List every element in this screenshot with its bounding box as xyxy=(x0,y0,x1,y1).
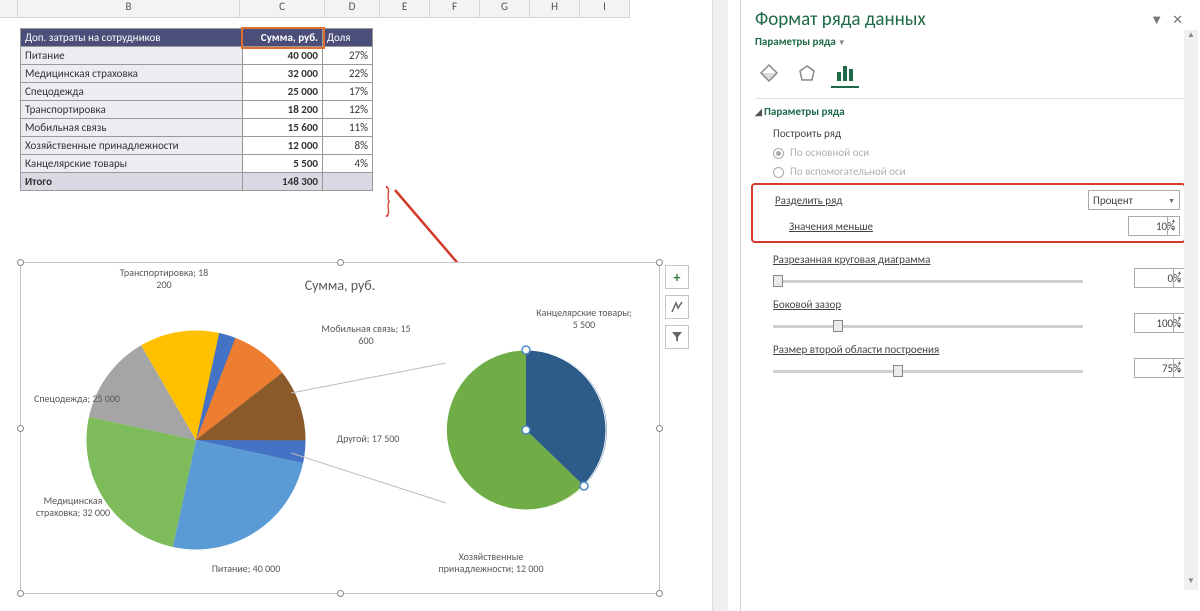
second-plot-size-value[interactable]: 75%▲▼ xyxy=(1134,358,1186,378)
fill-line-icon[interactable] xyxy=(755,60,783,88)
panel-close-button[interactable]: ▼ ✕ xyxy=(1150,12,1186,28)
pie-explosion-value[interactable]: 0%▲▼ xyxy=(1134,268,1186,288)
table-row: Медицинская страховка32 00022% xyxy=(21,65,373,83)
chart-elements-button[interactable]: + xyxy=(665,265,689,289)
table-row: Питание40 00027% xyxy=(21,47,373,65)
second-plot-size-label: Размер второй области построения xyxy=(773,343,1186,356)
label-house: Хозяйственныепринадлежности; 12 000 xyxy=(416,551,566,574)
worksheet-scrollbar[interactable] xyxy=(712,0,728,611)
panel-title: Формат ряда данных xyxy=(755,8,926,31)
label-other: Другой; 17 500 xyxy=(323,433,413,445)
panel-subtitle[interactable]: Параметры ряда xyxy=(755,35,836,48)
table-row: Спецодежда25 00017% xyxy=(21,83,373,101)
axis-secondary-radio: По вспомогательной оси xyxy=(755,162,1186,181)
table-footer: Итого 148 300 xyxy=(21,173,373,191)
th-label[interactable]: Доп. затраты на сотрудников xyxy=(21,29,243,47)
second-plot-size-slider[interactable] xyxy=(773,370,1083,373)
panel-scrollbar[interactable]: ▲ ▼ xyxy=(1184,30,1198,590)
table-row: Канцелярские товары5 5004% xyxy=(21,155,373,173)
main-pie[interactable] xyxy=(81,325,311,555)
label-spec: Спецодежда; 25 000 xyxy=(27,393,127,405)
label-food: Питание; 40 000 xyxy=(191,563,301,575)
pie-of-pie-chart[interactable]: Сумма, руб. xyxy=(20,262,660,594)
chart-filter-button[interactable] xyxy=(665,325,689,349)
split-series-label: Разделить ряд xyxy=(775,194,842,207)
table-row: Хозяйственные принадлежности12 0008% xyxy=(21,137,373,155)
column-headers[interactable]: B C D E F G H I xyxy=(0,0,740,18)
th-pct[interactable]: Доля xyxy=(323,29,373,47)
axis-main-radio: По основной оси xyxy=(755,143,1186,162)
gap-width-value[interactable]: 100%▲▼ xyxy=(1134,313,1186,333)
label-transport: Транспортировка; 18200 xyxy=(109,267,219,290)
pie-explosion-label: Разрезанная круговая диаграмма xyxy=(773,253,1186,266)
label-chanc: Канцелярские товары;5 500 xyxy=(519,307,649,330)
panel-category-icons xyxy=(755,56,1186,98)
format-data-series-panel: Формат ряда данных ▼ ✕ Параметры ряда▼ П… xyxy=(740,0,1200,611)
chart-styles-button[interactable] xyxy=(665,295,689,319)
chart-side-tools: + xyxy=(665,265,689,355)
worksheet-area[interactable]: B C D E F G H I Доп. затраты на сотрудни… xyxy=(0,0,740,611)
series-options-icon[interactable] xyxy=(831,60,859,88)
values-less-label: Значения меньше xyxy=(775,220,873,233)
secondary-pie[interactable] xyxy=(441,345,611,515)
gap-width-label: Боковой зазор xyxy=(773,298,1186,311)
label-med: Медицинскаястраховка; 32 000 xyxy=(23,495,123,518)
expenses-table[interactable]: Доп. затраты на сотрудников Сумма, руб. … xyxy=(20,28,373,191)
split-series-combo[interactable]: Процент▼ xyxy=(1088,190,1180,210)
series-options-section[interactable]: Параметры ряда xyxy=(755,98,1186,124)
th-sum[interactable]: Сумма, руб. xyxy=(243,29,323,47)
pie-explosion-slider[interactable] xyxy=(773,280,1083,283)
label-mobile: Мобильная связь; 15600 xyxy=(311,323,421,346)
values-less-spinner[interactable]: 10% ▲▼ xyxy=(1128,216,1180,236)
split-highlight: Разделить ряд Процент▼ Значения меньше 1… xyxy=(751,183,1186,243)
table-row: Мобильная связь15 60011% xyxy=(21,119,373,137)
gap-width-slider[interactable] xyxy=(773,325,1083,328)
effects-icon[interactable] xyxy=(793,60,821,88)
build-series-label: Построить ряд xyxy=(755,124,1186,143)
table-row: Транспортировка18 20012% xyxy=(21,101,373,119)
